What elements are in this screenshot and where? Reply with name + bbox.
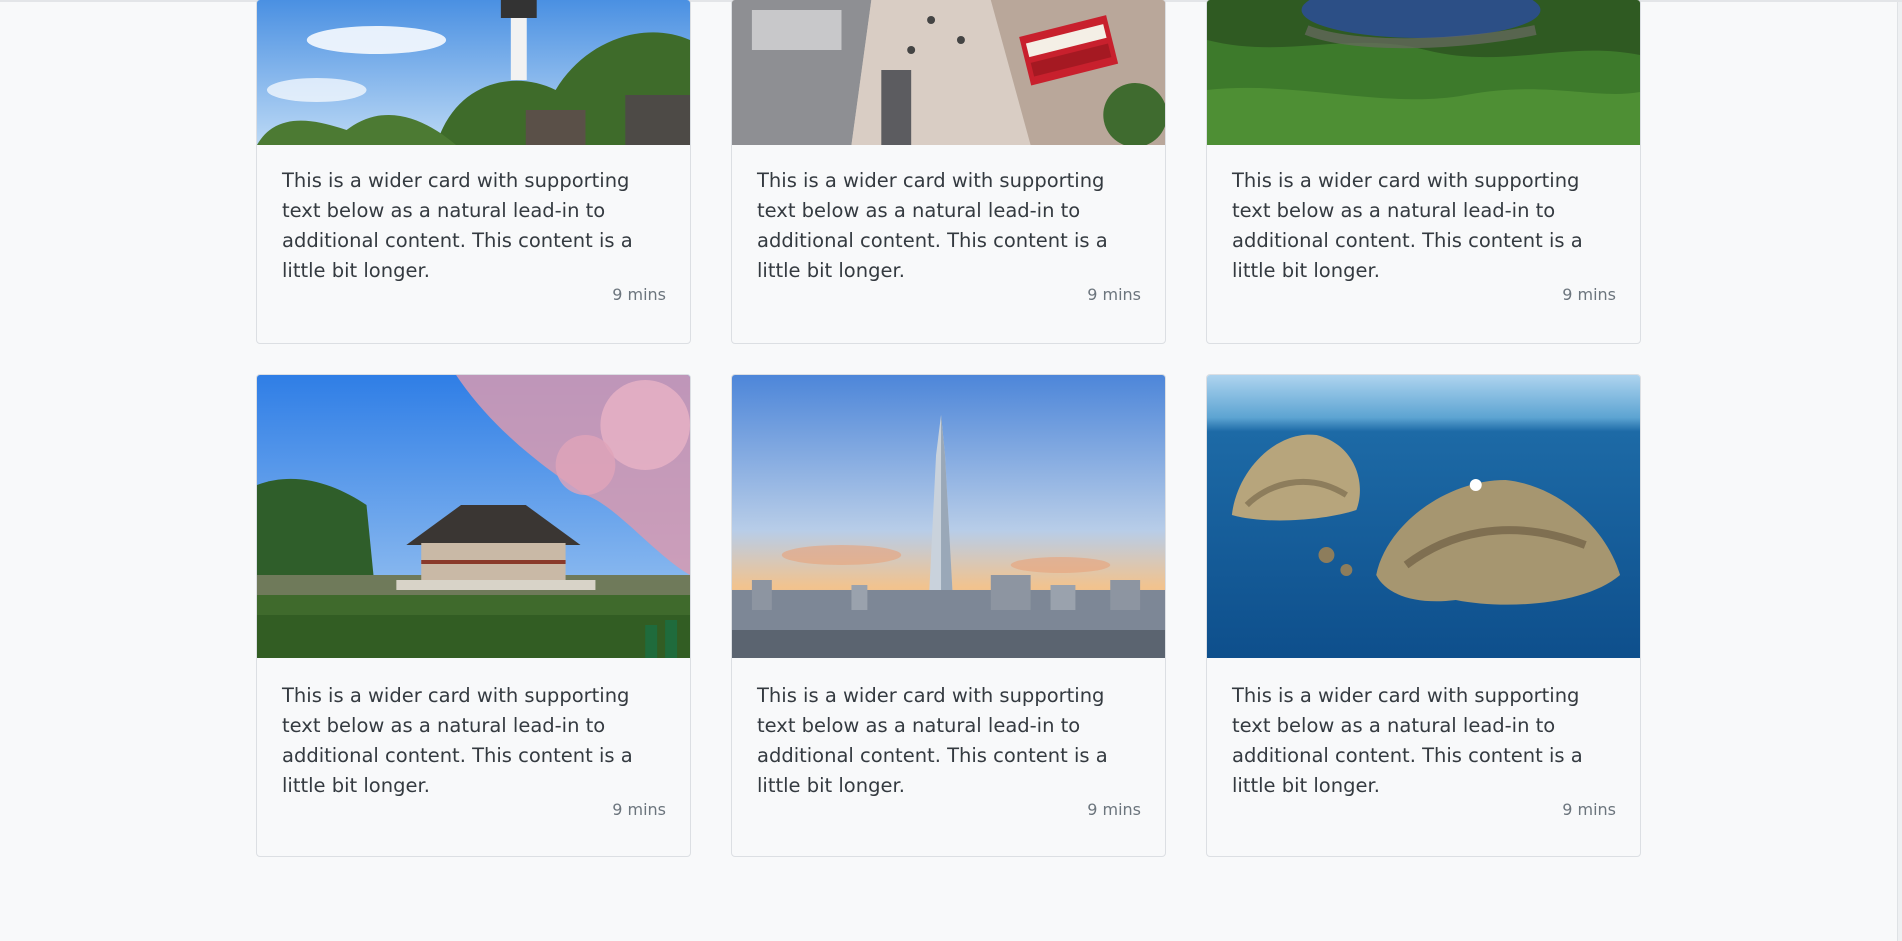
card-time: 9 mins <box>1087 285 1141 304</box>
card[interactable]: This is a wider card with supporting tex… <box>731 374 1166 857</box>
green-coast-photo <box>1207 0 1640 145</box>
card-text: This is a wider card with supporting tex… <box>282 169 633 282</box>
card[interactable]: This is a wider card with supporting tex… <box>256 0 691 344</box>
street-tram-photo <box>732 0 1165 145</box>
card[interactable]: This is a wider card with supporting tex… <box>1206 0 1641 344</box>
palace-pavilion-photo <box>257 375 690 658</box>
rocky-islands-photo <box>1207 375 1640 658</box>
card-text: This is a wider card with supporting tex… <box>282 684 633 797</box>
card[interactable]: This is a wider card with supporting tex… <box>1206 374 1641 857</box>
skyscraper-skyline-photo <box>732 375 1165 658</box>
card-time: 9 mins <box>612 285 666 304</box>
card[interactable]: This is a wider card with supporting tex… <box>256 374 691 857</box>
tower-park-photo <box>257 0 690 145</box>
scrollbar-edge[interactable] <box>1897 2 1902 941</box>
card-time: 9 mins <box>1087 800 1141 819</box>
card-time: 9 mins <box>1562 285 1616 304</box>
card-time: 9 mins <box>1562 800 1616 819</box>
card-time: 9 mins <box>612 800 666 819</box>
card-text: This is a wider card with supporting tex… <box>1232 684 1583 797</box>
card-text: This is a wider card with supporting tex… <box>1232 169 1583 282</box>
card-text: This is a wider card with supporting tex… <box>757 684 1108 797</box>
card-text: This is a wider card with supporting tex… <box>757 169 1108 282</box>
card[interactable]: This is a wider card with supporting tex… <box>731 0 1166 344</box>
card-grid-page: This is a wider card with supporting tex… <box>0 0 1902 941</box>
